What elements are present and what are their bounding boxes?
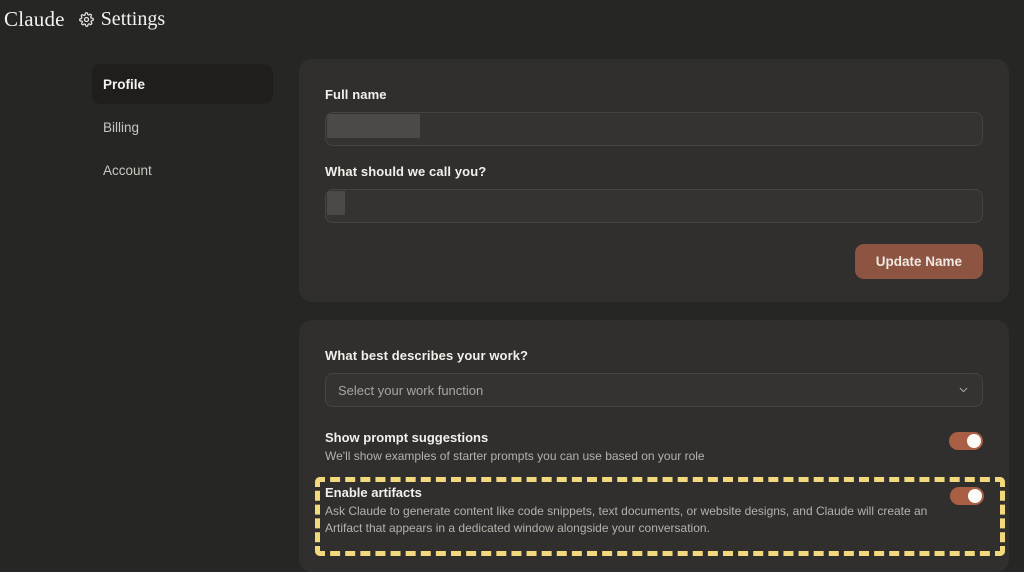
sidebar-item-label: Billing (103, 119, 140, 135)
prompt-suggestions-text: Show prompt suggestions We'll show examp… (325, 430, 933, 465)
app-brand: Claude (4, 6, 65, 31)
prompt-suggestions-title: Show prompt suggestions (325, 430, 489, 445)
enable-artifacts-text: Enable artifacts Ask Claude to generate … (325, 485, 934, 536)
sidebar-item-profile[interactable]: Profile (92, 64, 273, 104)
sidebar-item-billing[interactable]: Billing (92, 107, 273, 147)
sidebar-item-label: Profile (103, 76, 146, 92)
profile-actions: Update Name (325, 244, 983, 279)
profile-card: Full name What should we call you? Updat… (299, 59, 1009, 302)
enable-artifacts-row: Enable artifacts Ask Claude to generate … (325, 485, 984, 536)
nickname-label: What should we call you? (325, 164, 487, 179)
work-function-select[interactable]: Select your work function (325, 373, 983, 407)
sidebar-item-label: Account (103, 162, 152, 178)
toggle-knob (967, 434, 981, 448)
enable-artifacts-title: Enable artifacts (325, 485, 422, 500)
gear-icon (78, 11, 94, 27)
toggle-knob (968, 489, 982, 503)
full-name-input[interactable] (325, 112, 983, 146)
full-name-label: Full name (325, 87, 387, 102)
settings-sidebar: Profile Billing Account (92, 64, 273, 193)
redaction-block (327, 191, 345, 215)
nickname-input[interactable] (325, 189, 983, 223)
sidebar-item-account[interactable]: Account (92, 150, 273, 190)
enable-artifacts-toggle[interactable] (950, 487, 984, 505)
prompt-suggestions-row: Show prompt suggestions We'll show examp… (325, 430, 983, 465)
top-bar: Claude Settings (0, 0, 1024, 38)
work-function-selected-value: Select your work function (338, 382, 484, 398)
work-function-label: What best describes your work? (325, 348, 529, 363)
update-name-button[interactable]: Update Name (854, 244, 983, 279)
settings-title: Settings (100, 8, 166, 30)
enable-artifacts-description: Ask Claude to generate content like code… (325, 504, 928, 535)
settings-breadcrumb[interactable]: Settings (78, 8, 166, 30)
redaction-block (327, 114, 420, 138)
prompt-suggestions-description: We'll show examples of starter prompts y… (325, 449, 705, 463)
chevron-down-icon (957, 384, 970, 397)
prompt-suggestions-toggle[interactable] (949, 432, 983, 450)
